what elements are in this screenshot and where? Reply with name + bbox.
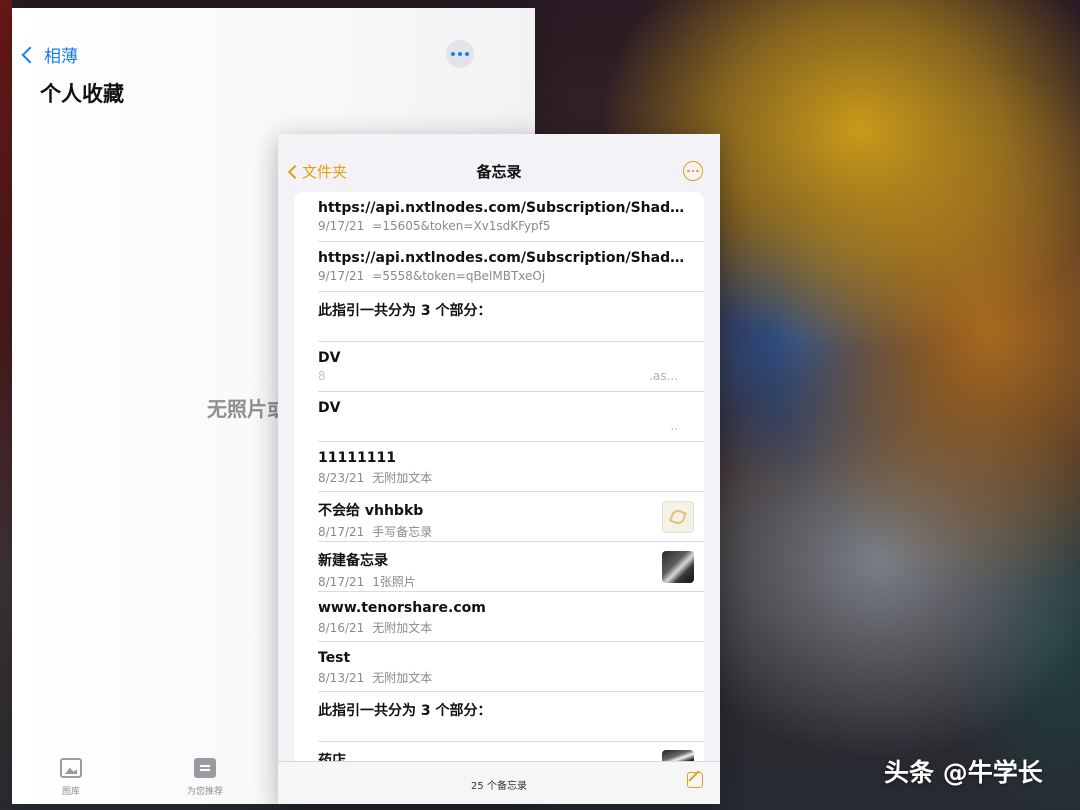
note-item[interactable]: 此指引一共分为 3 个部分：	[294, 292, 704, 342]
note-subtitle	[318, 323, 690, 337]
note-subtitle: 9/17/21 =5558&token=qBelMBTxeOj	[318, 269, 690, 283]
note-item[interactable]: https://api.nxtlnodes.com/Subscription/S…	[294, 242, 704, 292]
tab-for-you-label: 为您推荐	[187, 787, 224, 797]
note-detail: 无附加文本	[372, 621, 433, 635]
background-strip	[0, 0, 12, 810]
page-title: 个人收藏	[40, 82, 124, 106]
note-detail: 手写备忘录	[372, 525, 433, 539]
note-subtitle: 8/13/21 无附加文本	[318, 669, 690, 686]
albums-back-label: 相薄	[44, 47, 78, 67]
note-date: 9/17/21	[318, 219, 365, 233]
note-subtitle: 9/17/21 =15605&token=Xv1sdKFypf5	[318, 219, 690, 233]
note-title: www.tenorshare.com	[318, 600, 486, 616]
note-title: 此指引一共分为 3 个部分：	[318, 703, 492, 719]
note-title: 新建备忘录	[318, 553, 388, 569]
note-title: 此指引一共分为 3 个部分：	[318, 303, 492, 319]
albums-back-button[interactable]: 相薄	[21, 42, 78, 67]
note-item[interactable]: DV ..	[294, 392, 704, 442]
note-detail: 无附加文本	[372, 471, 433, 485]
note-title: DV	[318, 350, 341, 366]
note-detail: 1张照片	[372, 575, 416, 589]
chevron-left-icon	[21, 46, 39, 63]
more-options-button[interactable]	[446, 40, 474, 68]
notes-window: 文件夹 备忘录 https://api.nxtlnodes.com/Subscr…	[278, 134, 720, 804]
note-item[interactable]: DV 8 .as...	[294, 342, 704, 392]
note-detail: =15605&token=Xv1sdKFypf5	[372, 219, 551, 233]
note-item[interactable]: 药店	[294, 742, 704, 762]
note-title: https://api.nxtlnodes.com/Subscription/S…	[318, 250, 690, 266]
empty-state-text: 无照片或	[207, 397, 287, 421]
tab-library[interactable]: 图库	[60, 758, 82, 797]
note-date: 9/17/21	[318, 269, 365, 283]
note-subtitle: 8/17/21 1张照片	[318, 573, 648, 590]
notes-nav-bar: 文件夹 备忘录	[278, 134, 720, 192]
note-subtitle: ..	[318, 419, 690, 433]
notes-list: https://api.nxtlnodes.com/Subscription/S…	[294, 192, 704, 762]
note-item[interactable]: www.tenorshare.com 8/16/21 无附加文本	[294, 592, 704, 642]
chevron-left-icon	[287, 164, 303, 179]
folders-back-label: 文件夹	[302, 163, 348, 181]
note-subtitle: 8 .as...	[318, 369, 690, 383]
note-detail: =5558&token=qBelMBTxeOj	[372, 269, 546, 283]
note-item[interactable]: https://api.nxtlnodes.com/Subscription/S…	[294, 192, 704, 242]
ellipsis-circle-icon	[687, 169, 699, 173]
note-date: 8/23/21	[318, 471, 365, 485]
note-item[interactable]: Test 8/13/21 无附加文本	[294, 642, 704, 692]
compose-icon[interactable]	[687, 772, 703, 788]
note-detail: .as...	[649, 369, 678, 383]
watermark-text: 头条 @牛学长	[884, 758, 1043, 787]
note-item[interactable]: 11111111 8/23/21 无附加文本	[294, 442, 704, 492]
note-title: 不会给 vhhbkb	[318, 503, 424, 519]
notes-more-button[interactable]	[683, 161, 703, 181]
note-subtitle: 8/23/21 无附加文本	[318, 469, 690, 486]
note-date: 8/16/21	[318, 621, 365, 635]
tab-library-label: 图库	[61, 787, 80, 797]
note-title: DV	[318, 400, 341, 416]
ellipsis-icon	[451, 52, 469, 56]
note-item[interactable]: 此指引一共分为 3 个部分：	[294, 692, 704, 742]
note-title: 11111111	[318, 450, 396, 466]
note-date: 8/13/21	[318, 671, 365, 685]
note-date: 8/17/21	[318, 525, 365, 539]
tab-for-you[interactable]: 为您推荐	[187, 758, 223, 797]
note-subtitle: 8/16/21 无附加文本	[318, 619, 690, 636]
note-detail: 无附加文本	[372, 671, 433, 685]
notes-count: 25 个备忘录	[471, 781, 527, 792]
folders-back-button[interactable]: 文件夹	[287, 161, 348, 182]
notes-toolbar: 25 个备忘录	[278, 761, 720, 804]
note-date: 8	[318, 369, 327, 383]
sketch-thumbnail	[662, 501, 694, 533]
for-you-icon	[194, 758, 216, 778]
note-title: Test	[318, 650, 351, 666]
note-detail: ..	[670, 419, 678, 433]
photo-thumbnail	[662, 551, 694, 583]
photo-library-icon	[60, 758, 82, 778]
note-title: https://api.nxtlnodes.com/Subscription/S…	[318, 200, 690, 216]
note-date: 8/17/21	[318, 575, 365, 589]
note-subtitle: 8/17/21 手写备忘录	[318, 523, 648, 540]
note-subtitle	[318, 723, 690, 737]
note-item[interactable]: 不会给 vhhbkb 8/17/21 手写备忘录	[294, 492, 704, 542]
note-item[interactable]: 新建备忘录 8/17/21 1张照片	[294, 542, 704, 592]
